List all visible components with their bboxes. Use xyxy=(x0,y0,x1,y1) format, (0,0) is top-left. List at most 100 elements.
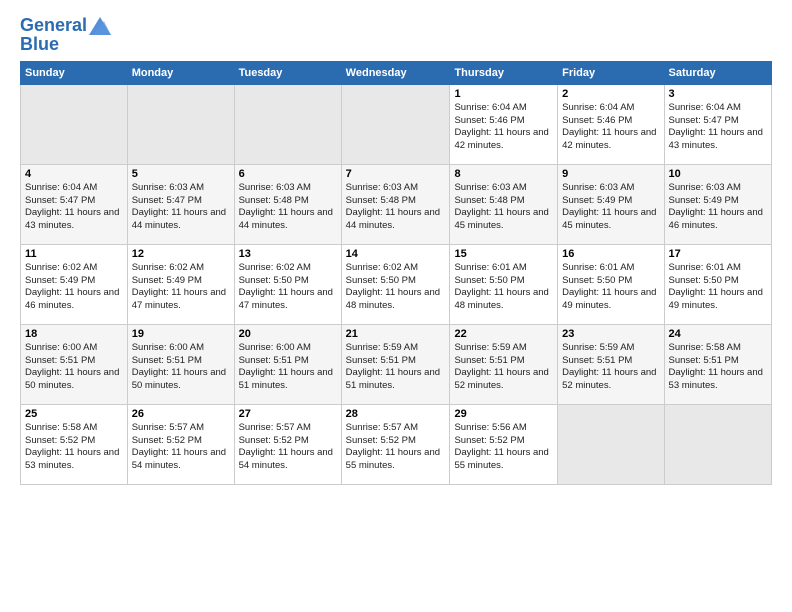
calendar-cell: 26 Sunrise: 5:57 AM Sunset: 5:52 PM Dayli… xyxy=(127,404,234,484)
calendar-cell xyxy=(127,84,234,164)
day-number: 3 xyxy=(669,88,767,100)
day-info: Sunrise: 6:02 AM Sunset: 5:49 PM Dayligh… xyxy=(132,262,230,313)
day-number: 8 xyxy=(454,168,553,180)
day-info: Sunrise: 5:57 AM Sunset: 5:52 PM Dayligh… xyxy=(239,422,337,473)
calendar-cell: 15Sunrise: 6:01 AM Sunset: 5:50 PM Dayli… xyxy=(450,244,558,324)
day-number: 10 xyxy=(669,168,767,180)
day-info: Sunrise: 6:00 AM Sunset: 5:51 PM Dayligh… xyxy=(239,342,337,393)
day-number: 19 xyxy=(132,328,230,340)
day-info: Sunrise: 6:01 AM Sunset: 5:50 PM Dayligh… xyxy=(562,262,659,313)
day-number: 1 xyxy=(454,88,553,100)
calendar-cell: 13 Sunrise: 6:02 AM Sunset: 5:50 PM Dayli… xyxy=(234,244,341,324)
day-of-week-header: Monday xyxy=(127,61,234,84)
day-info: Sunrise: 6:03 AM Sunset: 5:49 PM Dayligh… xyxy=(669,182,767,233)
calendar-cell: 3 Sunrise: 6:04 AM Sunset: 5:47 PM Daylig… xyxy=(664,84,771,164)
calendar-cell: 10 Sunrise: 6:03 AM Sunset: 5:49 PM Dayli… xyxy=(664,164,771,244)
day-number: 29 xyxy=(454,408,553,420)
calendar-cell xyxy=(558,404,664,484)
day-number: 4 xyxy=(25,168,123,180)
calendar-cell: 9Sunrise: 6:03 AM Sunset: 5:49 PM Daylig… xyxy=(558,164,664,244)
day-info: Sunrise: 6:02 AM Sunset: 5:50 PM Dayligh… xyxy=(239,262,337,313)
calendar-cell: 25 Sunrise: 5:58 AM Sunset: 5:52 PM Dayli… xyxy=(21,404,128,484)
day-info: Sunrise: 6:02 AM Sunset: 5:50 PM Dayligh… xyxy=(346,262,446,313)
day-of-week-header: Saturday xyxy=(664,61,771,84)
day-info: Sunrise: 5:57 AM Sunset: 5:52 PM Dayligh… xyxy=(346,422,446,473)
day-number: 11 xyxy=(25,248,123,260)
day-number: 17 xyxy=(669,248,767,260)
header: General Blue xyxy=(20,16,772,55)
calendar-cell: 20 Sunrise: 6:00 AM Sunset: 5:51 PM Dayli… xyxy=(234,324,341,404)
calendar-table: SundayMondayTuesdayWednesdayThursdayFrid… xyxy=(20,61,772,485)
calendar-cell: 12 Sunrise: 6:02 AM Sunset: 5:49 PM Dayli… xyxy=(127,244,234,324)
day-info: Sunrise: 5:59 AM Sunset: 5:51 PM Dayligh… xyxy=(562,342,659,393)
calendar-cell: 21 Sunrise: 5:59 AM Sunset: 5:51 PM Dayli… xyxy=(341,324,450,404)
day-number: 27 xyxy=(239,408,337,420)
day-info: Sunrise: 5:56 AM Sunset: 5:52 PM Dayligh… xyxy=(454,422,553,473)
day-number: 16 xyxy=(562,248,659,260)
day-info: Sunrise: 6:02 AM Sunset: 5:49 PM Dayligh… xyxy=(25,262,123,313)
calendar-cell: 29 Sunrise: 5:56 AM Sunset: 5:52 PM Dayli… xyxy=(450,404,558,484)
day-of-week-header: Sunday xyxy=(21,61,128,84)
calendar-cell: 18 Sunrise: 6:00 AM Sunset: 5:51 PM Dayli… xyxy=(21,324,128,404)
calendar-cell: 6 Sunrise: 6:03 AM Sunset: 5:48 PM Daylig… xyxy=(234,164,341,244)
logo: General Blue xyxy=(20,16,111,55)
calendar-cell: 23Sunrise: 5:59 AM Sunset: 5:51 PM Dayli… xyxy=(558,324,664,404)
day-number: 2 xyxy=(562,88,659,100)
calendar-cell: 22 Sunrise: 5:59 AM Sunset: 5:51 PM Dayli… xyxy=(450,324,558,404)
logo-icon xyxy=(89,17,111,35)
day-info: Sunrise: 6:04 AM Sunset: 5:47 PM Dayligh… xyxy=(25,182,123,233)
calendar-cell xyxy=(664,404,771,484)
day-number: 13 xyxy=(239,248,337,260)
day-info: Sunrise: 6:03 AM Sunset: 5:48 PM Dayligh… xyxy=(346,182,446,233)
calendar-cell: 17 Sunrise: 6:01 AM Sunset: 5:50 PM Dayli… xyxy=(664,244,771,324)
day-info: Sunrise: 5:57 AM Sunset: 5:52 PM Dayligh… xyxy=(132,422,230,473)
calendar-cell xyxy=(341,84,450,164)
day-number: 15 xyxy=(454,248,553,260)
day-info: Sunrise: 6:01 AM Sunset: 5:50 PM Dayligh… xyxy=(669,262,767,313)
day-number: 6 xyxy=(239,168,337,180)
calendar-cell: 27 Sunrise: 5:57 AM Sunset: 5:52 PM Dayli… xyxy=(234,404,341,484)
day-number: 22 xyxy=(454,328,553,340)
calendar-cell: 19 Sunrise: 6:00 AM Sunset: 5:51 PM Dayli… xyxy=(127,324,234,404)
day-number: 14 xyxy=(346,248,446,260)
day-info: Sunrise: 6:00 AM Sunset: 5:51 PM Dayligh… xyxy=(132,342,230,393)
day-info: Sunrise: 6:03 AM Sunset: 5:49 PM Dayligh… xyxy=(562,182,659,233)
calendar-week-row: 25 Sunrise: 5:58 AM Sunset: 5:52 PM Dayli… xyxy=(21,404,772,484)
calendar-week-row: 11 Sunrise: 6:02 AM Sunset: 5:49 PM Dayli… xyxy=(21,244,772,324)
day-of-week-header: Wednesday xyxy=(341,61,450,84)
calendar-cell: 2 Sunrise: 6:04 AM Sunset: 5:46 PM Daylig… xyxy=(558,84,664,164)
calendar-cell: 24 Sunrise: 5:58 AM Sunset: 5:51 PM Dayli… xyxy=(664,324,771,404)
day-number: 25 xyxy=(25,408,123,420)
day-number: 20 xyxy=(239,328,337,340)
day-info: Sunrise: 6:00 AM Sunset: 5:51 PM Dayligh… xyxy=(25,342,123,393)
day-info: Sunrise: 6:04 AM Sunset: 5:47 PM Dayligh… xyxy=(669,102,767,153)
day-number: 28 xyxy=(346,408,446,420)
day-number: 5 xyxy=(132,168,230,180)
day-number: 21 xyxy=(346,328,446,340)
day-info: Sunrise: 5:58 AM Sunset: 5:51 PM Dayligh… xyxy=(669,342,767,393)
calendar-cell: 28 Sunrise: 5:57 AM Sunset: 5:52 PM Dayli… xyxy=(341,404,450,484)
day-of-week-header: Tuesday xyxy=(234,61,341,84)
day-info: Sunrise: 5:59 AM Sunset: 5:51 PM Dayligh… xyxy=(346,342,446,393)
calendar-cell: 5 Sunrise: 6:03 AM Sunset: 5:47 PM Daylig… xyxy=(127,164,234,244)
day-number: 7 xyxy=(346,168,446,180)
day-number: 24 xyxy=(669,328,767,340)
calendar-week-row: 18 Sunrise: 6:00 AM Sunset: 5:51 PM Dayli… xyxy=(21,324,772,404)
day-info: Sunrise: 5:58 AM Sunset: 5:52 PM Dayligh… xyxy=(25,422,123,473)
calendar-cell: 7 Sunrise: 6:03 AM Sunset: 5:48 PM Daylig… xyxy=(341,164,450,244)
calendar-cell: 8Sunrise: 6:03 AM Sunset: 5:48 PM Daylig… xyxy=(450,164,558,244)
logo-blue: Blue xyxy=(20,34,111,55)
day-number: 26 xyxy=(132,408,230,420)
day-info: Sunrise: 6:03 AM Sunset: 5:48 PM Dayligh… xyxy=(239,182,337,233)
calendar-cell: 1Sunrise: 6:04 AM Sunset: 5:46 PM Daylig… xyxy=(450,84,558,164)
calendar-cell: 16 Sunrise: 6:01 AM Sunset: 5:50 PM Dayli… xyxy=(558,244,664,324)
calendar-cell: 14 Sunrise: 6:02 AM Sunset: 5:50 PM Dayli… xyxy=(341,244,450,324)
calendar-cell xyxy=(234,84,341,164)
calendar-cell: 11 Sunrise: 6:02 AM Sunset: 5:49 PM Dayli… xyxy=(21,244,128,324)
calendar-week-row: 1 Sunrise: 6:04 AM Sunset: 5:46 PM Daylig… xyxy=(21,84,772,164)
day-info: Sunrise: 5:59 AM Sunset: 5:51 PM Dayligh… xyxy=(454,342,553,393)
day-info: Sunrise: 6:03 AM Sunset: 5:47 PM Dayligh… xyxy=(132,182,230,233)
day-info: Sunrise: 6:04 AM Sunset: 5:46 PM Dayligh… xyxy=(562,102,659,153)
day-number: 18 xyxy=(25,328,123,340)
day-number: 12 xyxy=(132,248,230,260)
